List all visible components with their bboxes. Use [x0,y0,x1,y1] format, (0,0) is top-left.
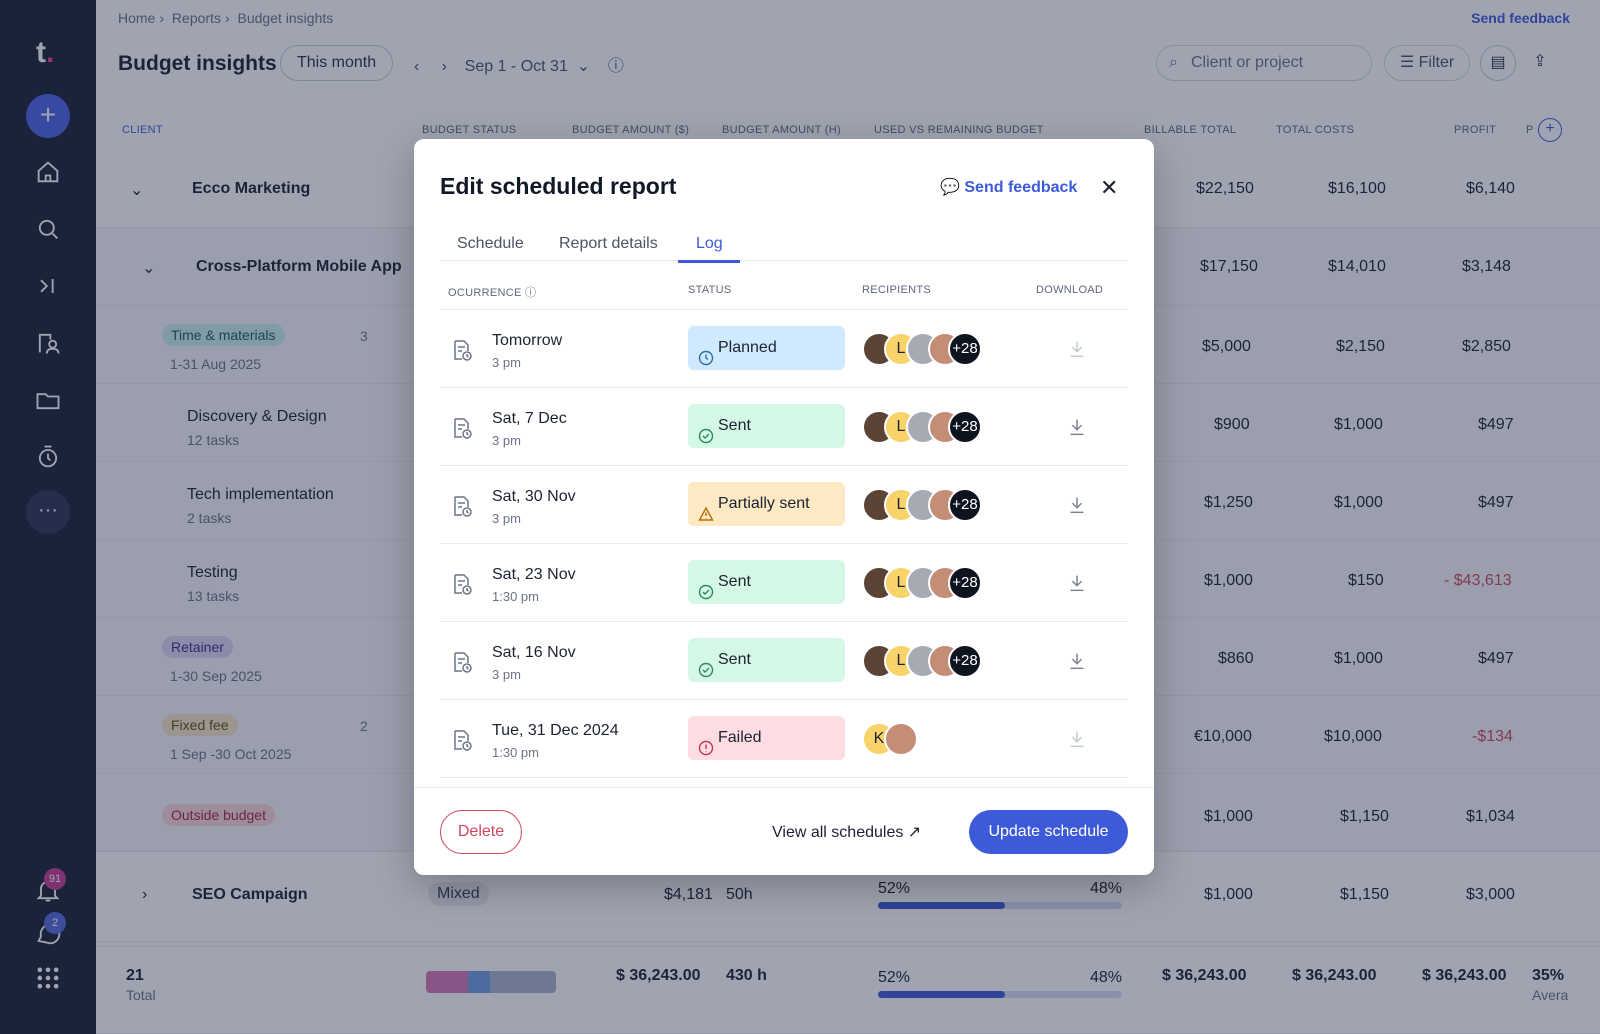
status-badge: Sent [688,560,845,604]
more-recipients-badge[interactable]: +28 [948,644,982,678]
more-recipients-badge[interactable]: +28 [948,566,982,600]
occurrence-time: 3 pm [492,433,521,448]
error-icon [698,730,714,756]
warning-icon [698,496,714,521]
tab-log[interactable]: Log [696,235,723,253]
log-row: Sat, 23 Nov 1:30 pm Sent L +28 [440,544,1128,622]
col-download: DOWNLOAD [1036,284,1104,296]
check-circle-icon [698,574,714,600]
more-recipients-badge[interactable]: +28 [948,488,982,522]
occurrence-time: 3 pm [492,355,521,370]
status-badge: Sent [688,638,845,682]
download-icon[interactable] [1066,416,1088,438]
active-tab-indicator [678,260,740,263]
view-all-schedules-link[interactable]: View all schedules ↗ [772,822,921,842]
modal-title: Edit scheduled report [440,173,677,199]
check-circle-icon [698,652,714,678]
delete-button[interactable]: Delete [440,810,522,854]
occurrence-date: Sat, 7 Dec [492,410,567,427]
status-badge: Partially sent [688,482,845,526]
modal-tabs: Schedule Report details Log [440,235,1128,261]
download-icon[interactable] [1066,494,1088,516]
tab-report-details[interactable]: Report details [559,235,658,253]
download-icon[interactable] [1066,728,1088,750]
recipient-avatar [884,722,918,756]
download-icon[interactable] [1066,338,1088,360]
occurrence-time: 1:30 pm [492,589,539,604]
log-row: Sat, 7 Dec 3 pm Sent L +28 [440,388,1128,466]
clock-icon [698,340,714,366]
scheduled-report-icon [450,494,474,518]
feedback-chat-icon: 💬 [940,179,960,196]
log-row: Tomorrow 3 pm Planned L +28 [440,310,1128,388]
occurrence-date: Tue, 31 Dec 2024 [492,722,619,739]
scheduled-report-icon [450,650,474,674]
status-badge: Failed [688,716,845,760]
col-recipients: RECIPIENTS [862,284,932,296]
occurrence-time: 1:30 pm [492,745,539,760]
scheduled-report-icon [450,338,474,362]
occurrence-date: Sat, 16 Nov [492,644,576,661]
occurrence-time: 3 pm [492,667,521,682]
update-schedule-button[interactable]: Update schedule [969,810,1128,854]
col-occurrence: OCURRENCE ⓘ [448,287,537,299]
more-recipients-badge[interactable]: +28 [948,332,982,366]
log-row: Tue, 31 Dec 2024 1:30 pm Failed K [440,700,1128,778]
occurrence-date: Tomorrow [492,332,563,349]
scheduled-report-icon [450,416,474,440]
tab-schedule[interactable]: Schedule [457,235,524,253]
modal-send-feedback-link[interactable]: 💬 Send feedback [940,177,1077,197]
check-circle-icon [698,418,714,444]
occurrence-date: Sat, 23 Nov [492,566,576,583]
download-icon[interactable] [1066,572,1088,594]
external-arrow-icon: ↗ [907,824,922,841]
occurrence-date: Sat, 30 Nov [492,488,576,505]
more-recipients-badge[interactable]: +28 [948,410,982,444]
log-row: Sat, 16 Nov 3 pm Sent L +28 [440,622,1128,700]
close-icon[interactable]: ✕ [1100,175,1118,201]
download-icon[interactable] [1066,650,1088,672]
scheduled-report-icon [450,728,474,752]
modal-footer: Delete View all schedules ↗ Update sched… [414,787,1154,875]
log-row: Sat, 30 Nov 3 pm Partially sent L +28 [440,466,1128,544]
status-badge: Sent [688,404,845,448]
scheduled-report-icon [450,572,474,596]
edit-scheduled-report-modal: Edit scheduled report 💬 Send feedback ✕ … [414,139,1154,875]
info-icon: ⓘ [524,287,537,299]
status-badge: Planned [688,326,845,370]
col-status: STATUS [688,284,732,296]
occurrence-time: 3 pm [492,511,521,526]
